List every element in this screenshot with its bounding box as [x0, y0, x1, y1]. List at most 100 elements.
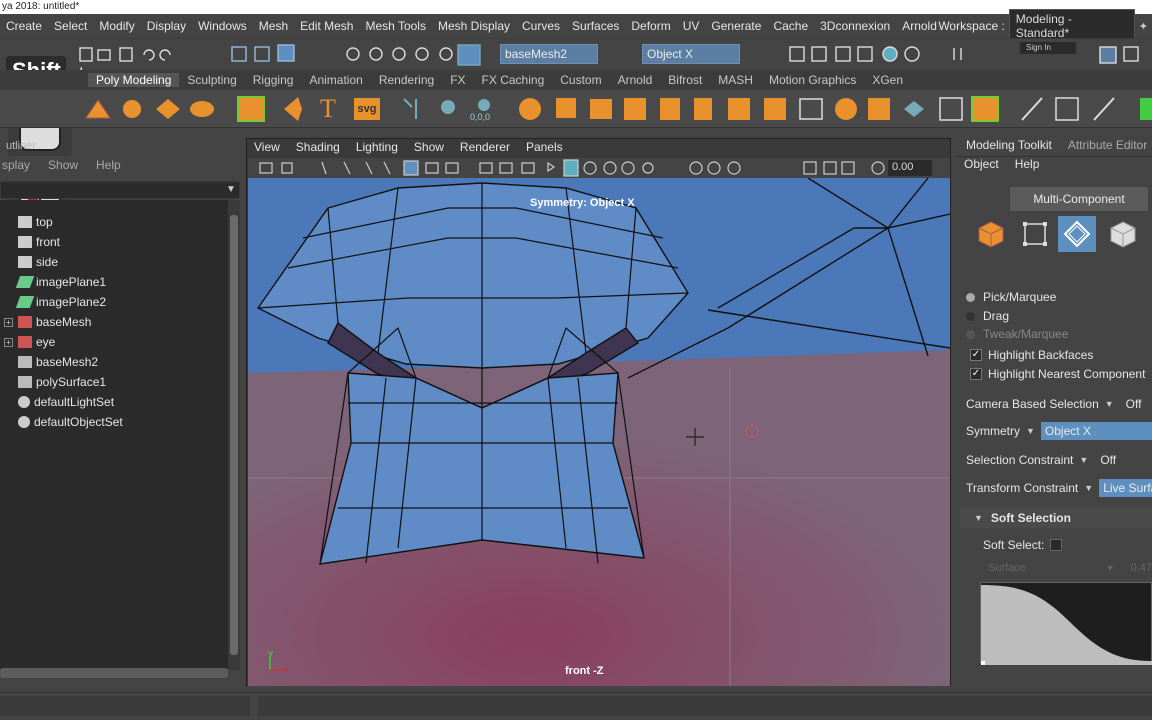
- toolkit-menu-object[interactable]: Object: [964, 157, 999, 175]
- collapse-caret-icon[interactable]: ▼: [974, 513, 983, 523]
- outliner-menu-show[interactable]: Show: [48, 158, 78, 176]
- shelf-tab-rigging[interactable]: Rigging: [245, 73, 302, 87]
- symmetry-row[interactable]: Symmetry ▼ Object X: [966, 422, 1152, 440]
- outliner-horizontal-scrollbar[interactable]: [0, 668, 228, 678]
- svg-tool-icon[interactable]: svg: [354, 98, 380, 120]
- shelf-tab-custom[interactable]: Custom: [552, 73, 609, 87]
- viewport-menu-lighting[interactable]: Lighting: [356, 140, 398, 158]
- menu-cache[interactable]: Cache: [767, 19, 814, 33]
- shelf-tab-fx-caching[interactable]: FX Caching: [474, 73, 553, 87]
- command-line-field[interactable]: [258, 696, 1152, 716]
- menu-display[interactable]: Display: [141, 19, 192, 33]
- radio-drag[interactable]: Drag: [966, 308, 1009, 324]
- shelf-tab-mash[interactable]: MASH: [710, 73, 761, 87]
- selection-constraint-row[interactable]: Selection Constraint ▼ Off: [966, 451, 1116, 469]
- shelf-tab-sculpting[interactable]: Sculpting: [179, 73, 244, 87]
- outliner-item[interactable]: baseMesh2: [18, 352, 98, 372]
- outliner-item[interactable]: baseMesh: [18, 312, 91, 332]
- viewport-canvas[interactable]: Symmetry: Object X front -Z y x: [248, 178, 950, 686]
- menu-mesh-tools[interactable]: Mesh Tools: [359, 19, 431, 33]
- outliner-item[interactable]: imagePlane2: [15, 292, 106, 312]
- shelf-tab-fx[interactable]: FX: [442, 73, 473, 87]
- shelf-tab-motion-graphics[interactable]: Motion Graphics: [761, 73, 864, 87]
- dropdown-caret-icon[interactable]: ▼: [1026, 426, 1035, 436]
- menu-3dconnexion[interactable]: 3Dconnexion: [814, 19, 896, 33]
- tab-attribute-editor[interactable]: Attribute Editor: [1068, 138, 1147, 156]
- outliner-menu-help[interactable]: Help: [96, 158, 121, 176]
- menu-windows[interactable]: Windows: [192, 19, 253, 33]
- outliner-item[interactable]: polySurface1: [18, 372, 106, 392]
- transform-constraint-row[interactable]: Transform Constraint ▼ Live Surface: [966, 479, 1152, 497]
- outliner-item[interactable]: eye: [18, 332, 55, 352]
- dropdown-caret-icon[interactable]: ▼: [1084, 483, 1093, 493]
- menu-arnold[interactable]: Arnold: [896, 19, 943, 33]
- command-line-left[interactable]: [0, 696, 250, 716]
- menu-select[interactable]: Select: [48, 19, 93, 33]
- outliner-item[interactable]: defaultObjectSet: [18, 412, 123, 432]
- vertex-mode-icon[interactable]: [1016, 216, 1054, 252]
- object-name-field[interactable]: baseMesh2: [500, 44, 598, 64]
- symmetry-value-field[interactable]: Object X: [1040, 422, 1152, 440]
- expand-icon[interactable]: +: [4, 338, 13, 347]
- menu-surfaces[interactable]: Surfaces: [566, 19, 625, 33]
- expand-icon[interactable]: +: [4, 318, 13, 327]
- soft-selection-section-header[interactable]: ▼ Soft Selection: [960, 508, 1152, 528]
- falloff-mode[interactable]: Surface: [980, 562, 1026, 574]
- text-tool-icon[interactable]: T: [320, 94, 336, 124]
- outliner-item[interactable]: defaultLightSet: [18, 392, 114, 412]
- falloff-curve-graph[interactable]: [980, 582, 1152, 666]
- menu-edit-mesh[interactable]: Edit Mesh: [294, 19, 359, 33]
- snap-values-icon[interactable]: 0,0,0: [470, 112, 490, 122]
- viewport-menu-renderer[interactable]: Renderer: [460, 140, 510, 158]
- radio-pick-marquee[interactable]: Pick/Marquee: [966, 289, 1056, 305]
- viewport-menu-view[interactable]: View: [254, 140, 280, 158]
- menu-deform[interactable]: Deform: [625, 19, 676, 33]
- signin-button[interactable]: Sign In: [1020, 42, 1076, 54]
- dropdown-caret-icon[interactable]: ▼: [1105, 399, 1114, 409]
- outliner-search-field[interactable]: [0, 181, 240, 199]
- object-mode-icon[interactable]: [972, 216, 1010, 252]
- soft-select-row[interactable]: Soft Select:: [983, 536, 1063, 554]
- viewport-menu-shading[interactable]: Shading: [296, 140, 340, 158]
- viewport-toolbar-icons: [259, 159, 885, 177]
- menu-uv[interactable]: UV: [677, 19, 706, 33]
- outliner-item[interactable]: front: [18, 232, 60, 252]
- menu-create[interactable]: Create: [0, 19, 48, 33]
- menu-mesh[interactable]: Mesh: [253, 19, 294, 33]
- shelf-tab-bifrost[interactable]: Bifrost: [660, 73, 710, 87]
- exposure-value-field[interactable]: 0.00: [888, 160, 932, 176]
- menu-modify[interactable]: Modify: [93, 19, 140, 33]
- symmetry-object-field[interactable]: Object X: [642, 44, 740, 64]
- edge-mode-icon[interactable]: [1058, 216, 1096, 252]
- multi-component-button[interactable]: Multi-Component: [1010, 187, 1148, 211]
- pin-icon[interactable]: ✦: [1139, 20, 1148, 33]
- transform-constraint-value-field[interactable]: Live Surface: [1099, 479, 1152, 497]
- falloff-radius[interactable]: 0.47: [1131, 562, 1152, 574]
- tab-modeling-toolkit[interactable]: Modeling Toolkit: [966, 138, 1052, 156]
- dropdown-caret-icon[interactable]: ▼: [1079, 455, 1088, 465]
- shelf-tab-animation[interactable]: Animation: [301, 73, 370, 87]
- menu-mesh-display[interactable]: Mesh Display: [432, 19, 516, 33]
- menu-curves[interactable]: Curves: [516, 19, 566, 33]
- outliner-item[interactable]: top: [18, 212, 53, 232]
- shelf-tab-poly-modeling[interactable]: Poly Modeling: [88, 73, 180, 87]
- dropdown-caret-icon[interactable]: ▼: [1106, 563, 1115, 573]
- outliner-filter-caret-icon[interactable]: ▼: [226, 184, 236, 195]
- outliner-item[interactable]: imagePlane1: [15, 272, 106, 292]
- outliner-scroll-thumb[interactable]: [230, 215, 238, 655]
- checkbox-highlight-nearest[interactable]: ✓ Highlight Nearest Component: [970, 366, 1145, 382]
- outliner-item[interactable]: side: [18, 252, 58, 272]
- soft-select-checkbox[interactable]: [1050, 539, 1063, 551]
- face-mode-icon[interactable]: [1104, 216, 1142, 252]
- viewport-menu-show[interactable]: Show: [414, 140, 444, 158]
- toolkit-menu-help[interactable]: Help: [1015, 157, 1040, 175]
- shelf-tab-rendering[interactable]: Rendering: [371, 73, 442, 87]
- menu-generate[interactable]: Generate: [705, 19, 767, 33]
- checkbox-highlight-backfaces[interactable]: ✓ Highlight Backfaces: [970, 347, 1093, 363]
- outliner-menu-splay[interactable]: splay: [2, 158, 30, 176]
- camera-based-selection-row[interactable]: Camera Based Selection ▼ Off: [966, 395, 1141, 413]
- shelf-tab-arnold[interactable]: Arnold: [610, 73, 661, 87]
- viewport-menu-panels[interactable]: Panels: [526, 140, 563, 158]
- shelf-tab-xgen[interactable]: XGen: [864, 73, 911, 87]
- radio-tweak-marquee[interactable]: Tweak/Marquee: [966, 326, 1068, 342]
